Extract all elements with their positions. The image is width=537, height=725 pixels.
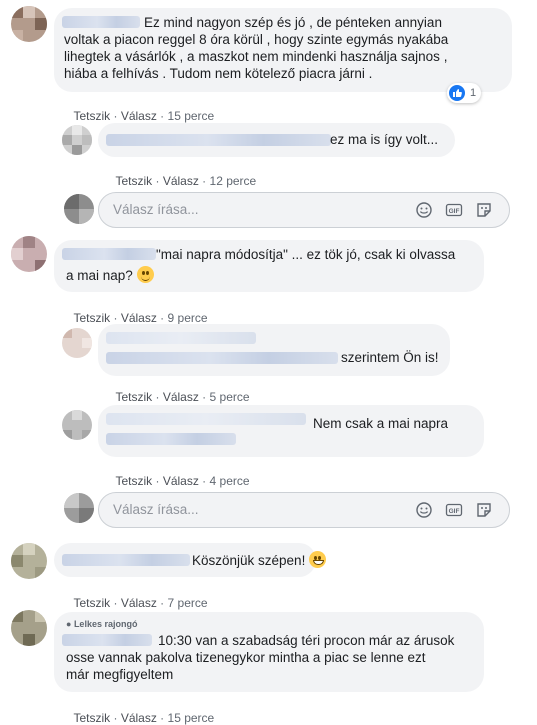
comment-text-line1: "mai napra módosítja" ... ez tök jó, csa…	[156, 247, 456, 262]
emoji-icon[interactable]	[415, 501, 433, 519]
commenter-avatar[interactable]	[11, 6, 47, 42]
redacted-author-name[interactable]	[106, 413, 306, 425]
like-link[interactable]: Tetszik	[115, 474, 152, 488]
reply-input[interactable]: Válasz írása... GIF	[98, 192, 510, 228]
timestamp[interactable]: 5 perce	[210, 390, 250, 404]
reply-input-placeholder: Válasz írása...	[113, 202, 199, 217]
like-link[interactable]: Tetszik	[73, 109, 110, 123]
reply-actions: Tetszik · Válasz · 4 perce	[115, 474, 250, 488]
comment-text: Ez mind nagyon szép és jó , de pénteken …	[64, 15, 449, 81]
comment-bubble: Köszönjük szépen!	[54, 543, 327, 577]
commenter-avatar[interactable]	[11, 543, 47, 579]
redacted-author-name[interactable]	[62, 248, 156, 260]
svg-text:GIF: GIF	[449, 508, 460, 515]
reply-link[interactable]: Válasz	[121, 311, 157, 325]
reply-link[interactable]: Válasz	[163, 474, 199, 488]
comment-bubble: Ez mind nagyon szép és jó , de pénteken …	[54, 8, 512, 92]
redacted-mention[interactable]	[106, 352, 338, 364]
like-link[interactable]: Tetszik	[73, 711, 110, 725]
redacted-author-name[interactable]	[106, 134, 331, 146]
redacted-author-name[interactable]	[62, 554, 190, 566]
gif-icon[interactable]: GIF	[445, 201, 463, 219]
top-fan-badge: ● Lelkes rajongó	[66, 619, 138, 629]
reply-link[interactable]: Válasz	[121, 711, 157, 725]
commenter-avatar[interactable]	[11, 236, 47, 272]
reply-avatar[interactable]	[62, 410, 92, 440]
reply-link[interactable]: Válasz	[163, 174, 199, 188]
timestamp[interactable]: 12 perce	[210, 174, 257, 188]
gif-icon[interactable]: GIF	[445, 501, 463, 519]
comment-actions: Tetszik · Válasz · 15 perce	[73, 109, 215, 123]
reply-avatar[interactable]	[62, 125, 92, 155]
reply-link[interactable]: Válasz	[163, 390, 199, 404]
grin-emoji-icon	[309, 551, 327, 568]
like-link[interactable]: Tetszik	[73, 596, 110, 610]
comment-actions: Tetszik · Válasz · 7 perce	[73, 596, 208, 610]
reply-link[interactable]: Válasz	[121, 596, 157, 610]
timestamp[interactable]: 7 perce	[168, 596, 208, 610]
sticker-icon[interactable]	[475, 201, 493, 219]
reply-bubble: Nem csak a mai napra	[98, 405, 484, 457]
my-avatar	[64, 493, 94, 523]
comment-text-line2: a mai nap?	[66, 266, 154, 284]
emoji-icon[interactable]	[415, 201, 433, 219]
comment-text: Köszönjük szépen!	[192, 551, 327, 569]
comment-actions: Tetszik · Válasz · 9 perce	[73, 311, 208, 325]
reaction-count[interactable]: 1	[447, 83, 482, 103]
smile-emoji-icon	[136, 266, 154, 283]
reply-text: Nem csak a mai napra	[313, 416, 449, 431]
like-link[interactable]: Tetszik	[115, 174, 152, 188]
comment-text: 10:30 van a szabadság téri procon már az…	[66, 633, 455, 682]
redacted-mention[interactable]	[106, 433, 236, 445]
reply-text: ez ma is így volt...	[330, 132, 439, 147]
reply-actions: Tetszik · Válasz · 5 perce	[115, 390, 250, 404]
timestamp[interactable]: 4 perce	[210, 474, 250, 488]
reply-input[interactable]: Válasz írása... GIF	[98, 492, 510, 528]
svg-text:GIF: GIF	[449, 208, 460, 215]
reply-actions: Tetszik · Válasz · 12 perce	[115, 174, 257, 188]
reply-link[interactable]: Válasz	[121, 109, 157, 123]
reply-input-placeholder: Válasz írása...	[113, 502, 199, 517]
comment-actions: Tetszik · Válasz · 15 perce	[73, 711, 215, 725]
reply-bubble: ez ma is így volt...	[98, 123, 455, 157]
reply-bubble: szerintem Ön is!	[98, 324, 450, 376]
timestamp[interactable]: 9 perce	[168, 311, 208, 325]
comment-bubble: ● Lelkes rajongó 10:30 van a szabadság t…	[54, 612, 484, 692]
comment-bubble: "mai napra módosítja" ... ez tök jó, csa…	[54, 240, 484, 292]
sticker-icon[interactable]	[475, 501, 493, 519]
like-link[interactable]: Tetszik	[73, 311, 110, 325]
commenter-avatar[interactable]	[11, 610, 47, 646]
like-link[interactable]: Tetszik	[115, 390, 152, 404]
my-avatar	[64, 194, 94, 224]
like-reaction-icon	[449, 85, 465, 101]
redacted-author-name[interactable]	[106, 332, 256, 344]
timestamp[interactable]: 15 perce	[168, 711, 215, 725]
reply-avatar[interactable]	[62, 328, 92, 358]
timestamp[interactable]: 15 perce	[168, 109, 215, 123]
reply-text: szerintem Ön is!	[341, 350, 439, 365]
